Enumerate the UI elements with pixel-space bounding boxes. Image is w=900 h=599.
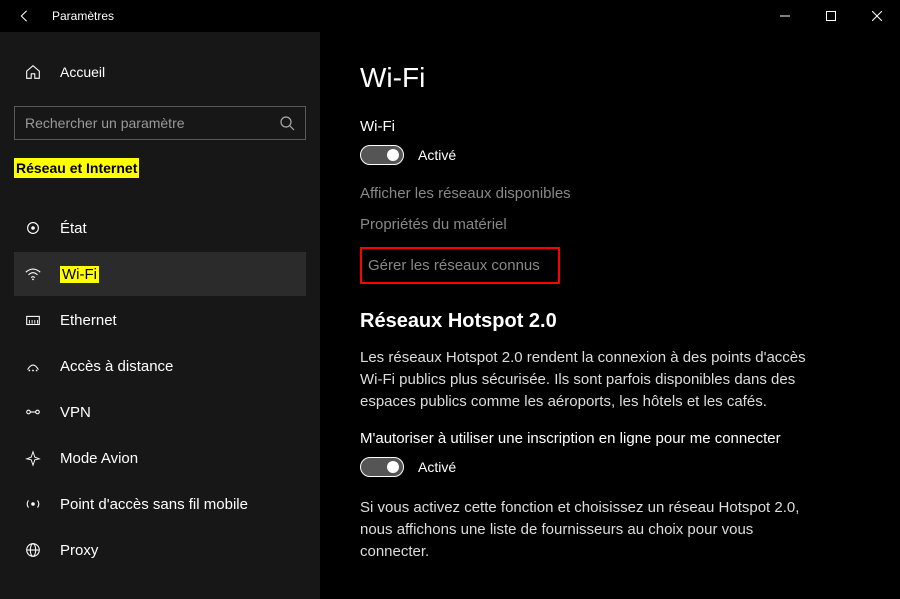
window-title: Paramètres: [52, 9, 114, 23]
category-label: Réseau et Internet: [14, 158, 139, 178]
proxy-icon: [24, 541, 42, 559]
sidebar-item-label: Point d'accès sans fil mobile: [60, 496, 248, 513]
search-icon: [279, 115, 295, 131]
search-placeholder: Rechercher un paramètre: [25, 115, 279, 131]
hotspot-section-title: Réseaux Hotspot 2.0: [360, 310, 860, 333]
sidebar-item-label: Proxy: [60, 542, 98, 559]
wifi-icon: [24, 265, 42, 283]
minimize-button[interactable]: [762, 0, 808, 32]
sidebar-item-proxy[interactable]: Proxy: [14, 528, 306, 572]
home-icon: [24, 63, 42, 81]
hotspot-description: Les réseaux Hotspot 2.0 rendent la conne…: [360, 347, 820, 412]
hotspot-auth-toggle-state: Activé: [418, 459, 456, 475]
home-button[interactable]: Accueil: [14, 52, 306, 92]
wifi-toggle[interactable]: [360, 145, 404, 165]
ethernet-icon: [24, 311, 42, 329]
sidebar-item-dialup[interactable]: Accès à distance: [14, 344, 306, 388]
wifi-section-label: Wi-Fi: [360, 118, 860, 135]
link-manage-known-networks[interactable]: Gérer les réseaux connus: [368, 257, 552, 274]
content-area: Wi-Fi Wi-Fi Activé Afficher les réseaux …: [320, 32, 900, 599]
hotspot-auth-toggle[interactable]: [360, 457, 404, 477]
highlighted-callout: Gérer les réseaux connus: [360, 247, 560, 284]
hotspot-icon: [24, 495, 42, 513]
sidebar-item-label: Ethernet: [60, 312, 117, 329]
sidebar-item-wifi[interactable]: Wi-Fi: [14, 252, 306, 296]
status-icon: [24, 219, 42, 237]
maximize-button[interactable]: [808, 0, 854, 32]
sidebar-item-vpn[interactable]: VPN: [14, 390, 306, 434]
close-button[interactable]: [854, 0, 900, 32]
hotspot-note: Si vous activez cette fonction et choisi…: [360, 497, 820, 562]
search-input[interactable]: Rechercher un paramètre: [14, 106, 306, 140]
sidebar-item-label: Accès à distance: [60, 358, 173, 375]
airplane-icon: [24, 449, 42, 467]
sidebar-item-label: VPN: [60, 404, 91, 421]
back-button[interactable]: [8, 0, 40, 32]
sidebar-item-ethernet[interactable]: Ethernet: [14, 298, 306, 342]
hotspot-auth-label: M'autoriser à utiliser une inscription e…: [360, 430, 860, 447]
sidebar-item-label: Mode Avion: [60, 450, 138, 467]
link-show-networks[interactable]: Afficher les réseaux disponibles: [360, 185, 860, 202]
sidebar-item-etat[interactable]: État: [14, 206, 306, 250]
home-label: Accueil: [60, 64, 105, 80]
sidebar: Accueil Rechercher un paramètre Réseau e…: [0, 32, 320, 599]
vpn-icon: [24, 403, 42, 421]
sidebar-item-label: État: [60, 220, 87, 237]
sidebar-item-airplane[interactable]: Mode Avion: [14, 436, 306, 480]
dialup-icon: [24, 357, 42, 375]
sidebar-item-hotspot[interactable]: Point d'accès sans fil mobile: [14, 482, 306, 526]
page-title: Wi-Fi: [360, 62, 860, 94]
link-hardware-properties[interactable]: Propriétés du matériel: [360, 216, 860, 233]
wifi-toggle-state: Activé: [418, 147, 456, 163]
sidebar-item-label: Wi-Fi: [60, 266, 99, 283]
